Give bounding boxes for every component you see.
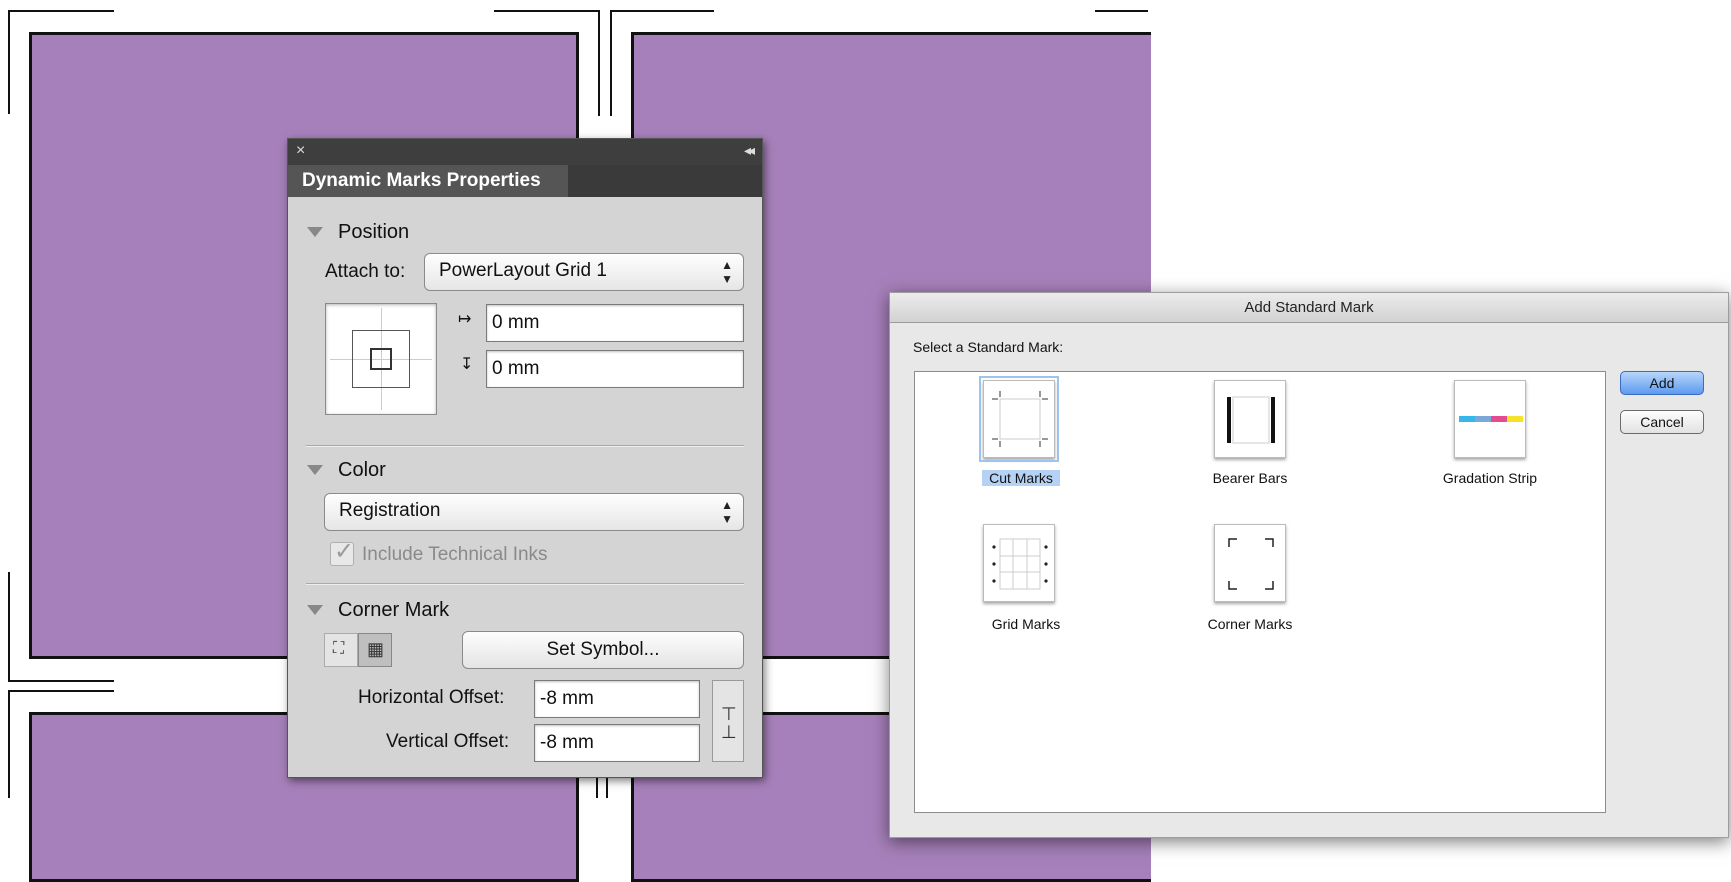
crop-mark — [610, 10, 714, 12]
section-title-corner-mark: Corner Mark — [338, 599, 450, 621]
mark-item-cut-marks[interactable]: Cut Marks — [977, 374, 1069, 492]
set-symbol-button[interactable]: Set Symbol... — [462, 631, 744, 669]
section-title-position: Position — [338, 221, 410, 243]
y-offset-field[interactable]: 0 mm — [486, 350, 744, 388]
add-button[interactable]: Add — [1620, 371, 1704, 395]
grid-mark-type-button[interactable]: ▦ — [358, 633, 392, 667]
y-offset-icon: ↧ — [460, 356, 474, 373]
tab-dynamic-marks-properties[interactable]: Dynamic Marks Properties — [288, 165, 568, 197]
corner-marks-thumbnail — [1214, 524, 1286, 602]
crop-mark — [596, 778, 598, 798]
section-title-color: Color — [338, 459, 386, 481]
mark-item-corner-marks[interactable]: Corner Marks — [1185, 524, 1315, 642]
attach-to-value: PowerLayout Grid 1 — [439, 260, 607, 281]
chain-link-icon: ⊤ ⊥ — [721, 704, 737, 742]
grid-marks-thumbnail — [983, 524, 1055, 602]
panel-header-bar: × ◂◂ — [288, 139, 762, 165]
color-value: Registration — [339, 500, 441, 521]
horizontal-offset-label: Horizontal Offset: — [358, 687, 505, 708]
cancel-button[interactable]: Cancel — [1620, 410, 1704, 434]
mark-item-grid-marks[interactable]: Grid Marks — [971, 524, 1081, 642]
crop-mark — [606, 778, 608, 798]
mark-label: Corner Marks — [1207, 616, 1293, 632]
cut-marks-icon — [992, 391, 1048, 447]
attach-to-label: Attach to: — [325, 261, 406, 282]
crop-mark — [1095, 10, 1148, 12]
mark-label: Gradation Strip — [1442, 470, 1538, 486]
bearer-bars-thumbnail — [1214, 380, 1286, 458]
crop-mark — [8, 690, 114, 692]
crop-mark — [494, 10, 598, 12]
select-mark-prompt: Select a Standard Mark: — [913, 339, 1064, 355]
disclosure-triangle-icon[interactable] — [307, 605, 323, 615]
dynamic-marks-panel: × ◂◂ Dynamic Marks Properties Position A… — [287, 138, 763, 778]
checkmark-icon: ✓ — [334, 538, 355, 565]
close-icon[interactable]: × — [296, 142, 305, 160]
crop-mark — [8, 10, 114, 12]
x-offset-icon: ↦ — [458, 311, 472, 328]
collapse-icon[interactable]: ◂◂ — [744, 142, 755, 159]
gradation-strip-icon — [1459, 416, 1523, 422]
crop-mark — [598, 10, 600, 116]
attach-to-select[interactable]: PowerLayout Grid 1 ▲ ▼ — [424, 253, 744, 291]
corner-marks-icon: ⛶ — [333, 640, 345, 657]
add-standard-mark-dialog: Add Standard Mark Select a Standard Mark… — [889, 292, 1729, 838]
cut-marks-thumbnail — [979, 376, 1059, 462]
crop-mark — [8, 690, 10, 798]
crop-mark — [8, 10, 10, 114]
x-offset-field[interactable]: 0 mm — [486, 304, 744, 342]
select-arrows-icon: ▲ ▼ — [721, 498, 733, 526]
corner-marks-icon — [1228, 538, 1274, 590]
mark-label: Bearer Bars — [1212, 470, 1288, 486]
disclosure-triangle-icon[interactable] — [307, 227, 323, 237]
link-offsets-button[interactable]: ⊤ ⊥ — [712, 680, 744, 762]
dialog-title: Add Standard Mark — [890, 293, 1728, 323]
mark-label: Cut Marks — [982, 470, 1060, 486]
crop-mark — [610, 10, 612, 116]
crop-mark — [8, 572, 10, 682]
mark-item-bearer-bars[interactable]: Bearer Bars — [1185, 374, 1315, 492]
crop-mark — [8, 680, 114, 682]
select-arrows-icon: ▲ ▼ — [721, 258, 733, 286]
vertical-offset-label: Vertical Offset: — [386, 731, 510, 752]
bearer-bars-icon — [1227, 396, 1275, 444]
include-technical-inks-label: Include Technical Inks — [362, 544, 548, 565]
mark-label: Grid Marks — [991, 616, 1061, 632]
color-select[interactable]: Registration ▲ ▼ — [324, 493, 744, 531]
panel-tab-bar: Dynamic Marks Properties — [288, 165, 762, 197]
standard-mark-list: Cut Marks Bearer Bars Gradation Strip Gr… — [914, 371, 1606, 813]
reference-point-selector[interactable] — [325, 303, 437, 415]
section-divider — [306, 583, 744, 585]
section-divider — [306, 445, 744, 447]
mark-item-gradation-strip[interactable]: Gradation Strip — [1415, 374, 1565, 492]
grid-marks-icon — [992, 538, 1048, 590]
include-technical-inks-checkbox[interactable]: ✓ — [330, 538, 354, 566]
corner-mark-type-button[interactable]: ⛶ — [324, 633, 358, 667]
grid-marks-icon: ▦ — [367, 639, 385, 659]
vertical-offset-field[interactable]: -8 mm — [534, 724, 700, 762]
gradation-strip-thumbnail — [1454, 380, 1526, 458]
horizontal-offset-field[interactable]: -8 mm — [534, 680, 700, 718]
disclosure-triangle-icon[interactable] — [307, 465, 323, 475]
